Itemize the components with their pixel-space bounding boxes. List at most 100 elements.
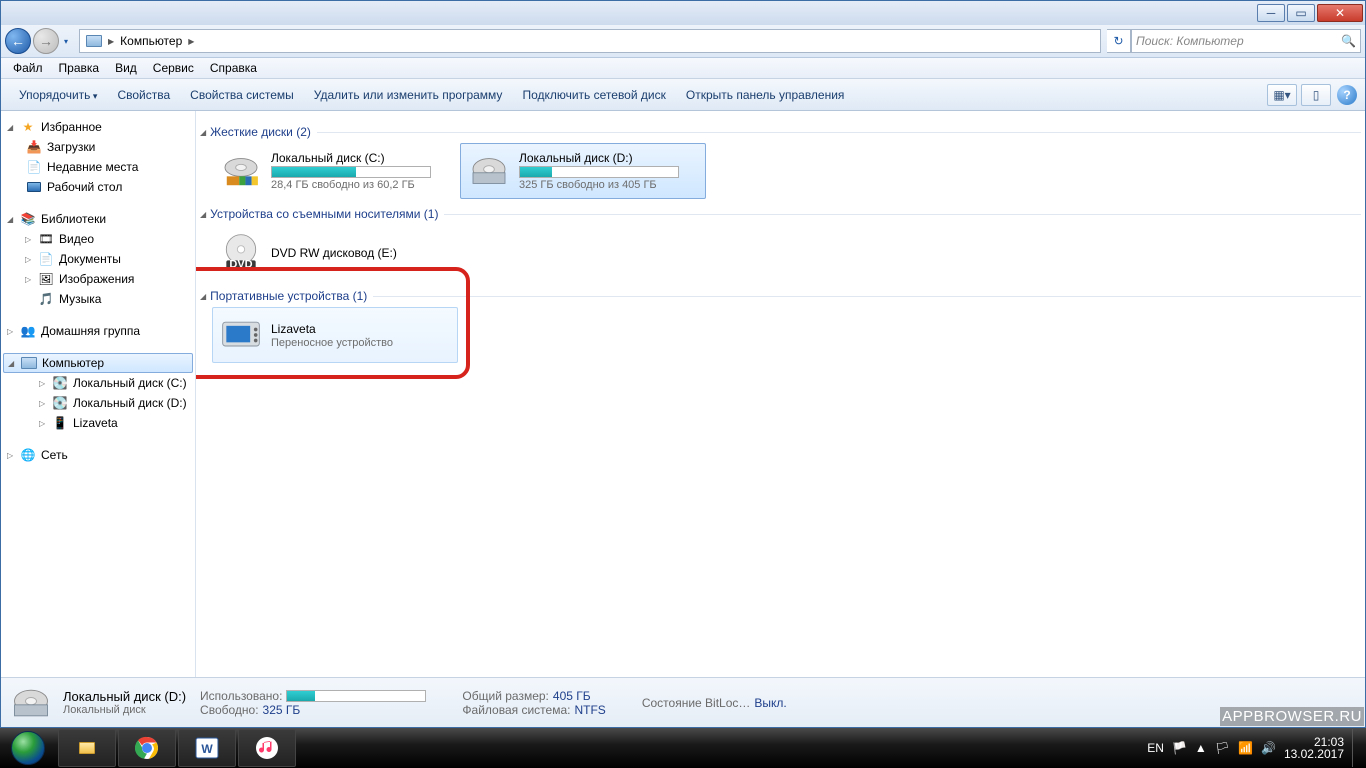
address-bar[interactable]: ▶ Компьютер ▶ — [79, 29, 1101, 53]
back-button[interactable]: ← — [5, 28, 31, 54]
taskbar-word[interactable]: W — [178, 729, 236, 767]
clock[interactable]: 21:03 13.02.2017 — [1284, 736, 1344, 760]
minimize-button[interactable]: ─ — [1257, 4, 1285, 22]
downloads-icon: 📥 — [25, 139, 43, 155]
view-mode-button[interactable]: ▦▾ — [1267, 84, 1297, 106]
menu-edit[interactable]: Правка — [51, 59, 108, 77]
language-indicator[interactable]: EN — [1147, 741, 1164, 755]
device-icon: 📱 — [51, 415, 69, 431]
details-bitlocker-label: Состояние BitLoc… — [642, 696, 751, 710]
content-pane[interactable]: ◢Жесткие диски (2) Локальный диск (C:) 2… — [196, 111, 1365, 677]
menu-help[interactable]: Справка — [202, 59, 265, 77]
sidebar-desktop[interactable]: Рабочий стол — [1, 177, 195, 197]
sidebar-downloads[interactable]: 📥 Загрузки — [1, 137, 195, 157]
tile-dvd[interactable]: DVD DVD RW дисковод (E:) — [212, 225, 458, 281]
computer-icon — [86, 35, 102, 47]
start-button[interactable] — [0, 728, 56, 768]
sidebar-homegroup[interactable]: ▷👥Домашняя группа — [1, 321, 195, 341]
computer-icon — [20, 355, 38, 371]
tile-subtext: Переносное устройство — [271, 337, 453, 349]
cmd-control-panel[interactable]: Открыть панель управления — [676, 84, 855, 106]
breadcrumb-computer[interactable]: Компьютер — [116, 30, 186, 52]
details-free-value: 325 ГБ — [263, 703, 301, 717]
tray-flag-icon[interactable]: 🏳️ — [1172, 741, 1187, 755]
taskbar-itunes[interactable] — [238, 729, 296, 767]
forward-button[interactable]: → — [33, 28, 59, 54]
sidebar-item-label: Видео — [59, 232, 94, 246]
tile-subtext: 325 ГБ свободно из 405 ГБ — [519, 179, 701, 191]
sidebar-item-label: Компьютер — [42, 356, 104, 370]
sidebar-item-label: Загрузки — [47, 140, 95, 154]
sidebar-drive-d[interactable]: ▷💽Локальный диск (D:) — [1, 393, 195, 413]
pictures-icon: 🖼 — [37, 271, 55, 287]
sidebar-recent[interactable]: 📄 Недавние места — [1, 157, 195, 177]
portable-device-icon — [217, 311, 265, 359]
desktop-icon — [25, 179, 43, 195]
sidebar-libraries[interactable]: ◢📚Библиотеки — [1, 209, 195, 229]
group-hard-drives[interactable]: ◢Жесткие диски (2) — [200, 121, 1361, 143]
svg-text:DVD: DVD — [229, 259, 252, 271]
sidebar-lizaveta[interactable]: ▷📱Lizaveta — [1, 413, 195, 433]
tile-lizaveta[interactable]: Lizaveta Переносное устройство — [212, 307, 458, 363]
cmd-system-properties[interactable]: Свойства системы — [180, 84, 304, 106]
cmd-organize[interactable]: Упорядочить — [9, 84, 107, 106]
group-portable[interactable]: ◢Портативные устройства (1) — [200, 285, 1361, 307]
hdd-icon — [217, 147, 265, 195]
system-tray[interactable]: EN 🏳️ ▲ 🏳 📶 🔊 21:03 13.02.2017 — [1147, 728, 1366, 768]
tray-volume-icon[interactable]: 🔊 — [1261, 741, 1276, 755]
sidebar-item-label: Рабочий стол — [47, 180, 122, 194]
breadcrumb-root-icon[interactable] — [82, 30, 106, 52]
maximize-button[interactable]: ▭ — [1287, 4, 1315, 22]
drive-icon: 💽 — [51, 375, 69, 391]
video-icon: 🎞 — [37, 231, 55, 247]
sidebar-music[interactable]: 🎵Музыка — [1, 289, 195, 309]
search-input[interactable]: Поиск: Компьютер 🔍 — [1131, 29, 1361, 53]
cmd-uninstall[interactable]: Удалить или изменить программу — [304, 84, 513, 106]
menu-file[interactable]: Файл — [5, 59, 51, 77]
sidebar-video[interactable]: ▷🎞Видео — [1, 229, 195, 249]
help-button[interactable]: ? — [1337, 85, 1357, 105]
chevron-right-icon[interactable]: ▶ — [106, 37, 116, 46]
sidebar-item-label: Сеть — [41, 448, 68, 462]
navigation-pane: ◢★Избранное 📥 Загрузки 📄 Недавние места Ра… — [1, 111, 196, 677]
refresh-button[interactable]: ↻ — [1107, 29, 1131, 53]
chevron-right-icon[interactable]: ▶ — [186, 37, 196, 46]
sidebar-item-label: Домашняя группа — [41, 324, 140, 338]
sidebar-drive-c[interactable]: ▷💽Локальный диск (C:) — [1, 373, 195, 393]
menu-view[interactable]: Вид — [107, 59, 145, 77]
preview-pane-button[interactable]: ▯ — [1301, 84, 1331, 106]
sidebar-favorites[interactable]: ◢★Избранное — [1, 117, 195, 137]
libraries-icon: 📚 — [19, 211, 37, 227]
taskbar-chrome[interactable] — [118, 729, 176, 767]
taskbar-explorer[interactable] — [58, 729, 116, 767]
tray-up-icon[interactable]: ▲ — [1195, 741, 1207, 755]
sidebar-computer[interactable]: ◢Компьютер — [3, 353, 193, 373]
nav-row: ← → ▾ ▶ Компьютер ▶ ↻ Поиск: Компьютер 🔍 — [1, 25, 1365, 58]
menu-tools[interactable]: Сервис — [145, 59, 202, 77]
windows-orb-icon — [11, 731, 45, 765]
drive-icon: 💽 — [51, 395, 69, 411]
cmd-map-drive[interactable]: Подключить сетевой диск — [512, 84, 675, 106]
cmd-properties[interactable]: Свойства — [107, 84, 180, 106]
history-dropdown[interactable]: ▾ — [59, 28, 73, 54]
tray-network-icon[interactable]: 📶 — [1238, 741, 1253, 755]
details-free-label: Свободно: — [200, 703, 259, 717]
sidebar-network[interactable]: ▷🌐Сеть — [1, 445, 195, 465]
sidebar-item-label: Недавние места — [47, 160, 138, 174]
recent-icon: 📄 — [25, 159, 43, 175]
sidebar-item-label: Документы — [59, 252, 121, 266]
tile-drive-d[interactable]: Локальный диск (D:) 325 ГБ свободно из 4… — [460, 143, 706, 199]
tray-action-center-icon[interactable]: 🏳 — [1215, 741, 1230, 755]
sidebar-item-label: Изображения — [59, 272, 134, 286]
sidebar-pictures[interactable]: ▷🖼Изображения — [1, 269, 195, 289]
details-title: Локальный диск (D:) — [63, 689, 186, 704]
show-desktop-button[interactable] — [1352, 729, 1360, 767]
search-placeholder: Поиск: Компьютер — [1136, 34, 1244, 48]
group-removable[interactable]: ◢Устройства со съемными носителями (1) — [200, 203, 1361, 225]
sidebar-documents[interactable]: ▷📄Документы — [1, 249, 195, 269]
itunes-icon — [255, 736, 279, 760]
homegroup-icon: 👥 — [19, 323, 37, 339]
close-button[interactable]: ✕ — [1317, 4, 1363, 22]
tile-label: Локальный диск (D:) — [519, 151, 701, 165]
tile-drive-c[interactable]: Локальный диск (C:) 28,4 ГБ свободно из … — [212, 143, 458, 199]
